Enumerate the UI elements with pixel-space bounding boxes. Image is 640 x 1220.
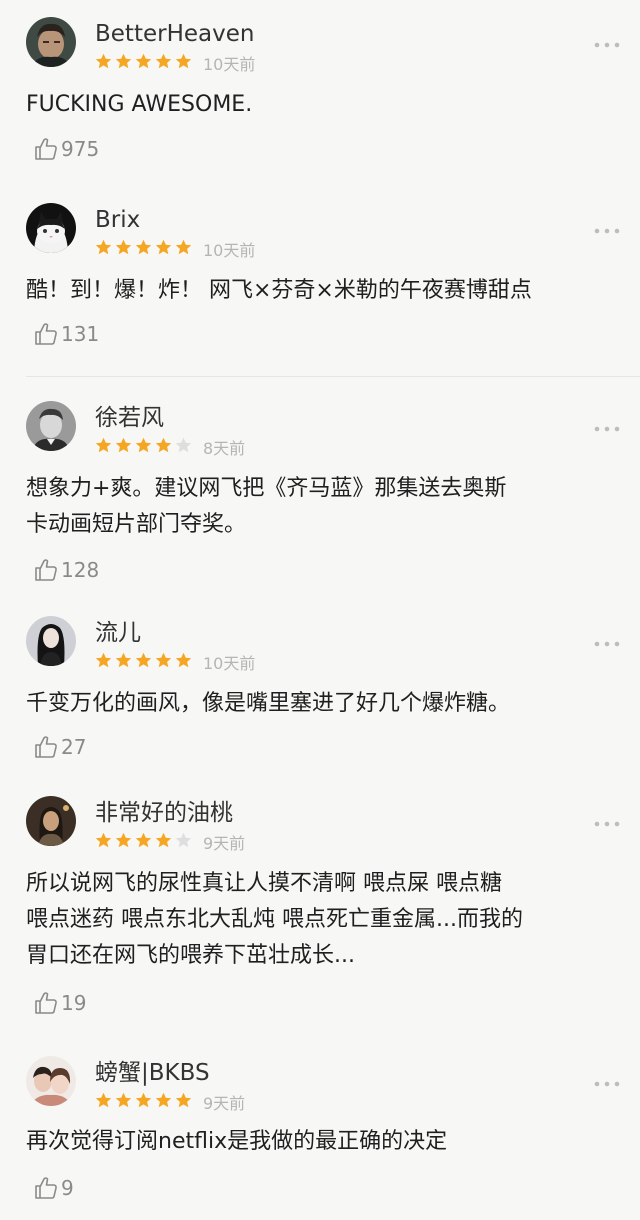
rating: 10天前 (95, 52, 255, 74)
star-icon (175, 832, 192, 849)
like-count: 975 (61, 137, 100, 161)
star-icon (155, 1092, 172, 1109)
username[interactable]: Brix (95, 205, 140, 235)
star-icon (175, 239, 192, 256)
review-content: 千变万化的画风，像是嘴里塞进了好几个爆炸糖。 (26, 691, 511, 716)
like-button[interactable]: 27 (33, 733, 86, 761)
star-icon (115, 53, 132, 70)
star-icon (135, 652, 152, 669)
star-icon (155, 832, 172, 849)
more-dots-icon[interactable] (594, 640, 620, 648)
like-count: 128 (61, 558, 100, 582)
review-item: BetterHeaven 10天前 FUCKING AWESOME. 975 (0, 17, 640, 177)
review-item: Brix 10天前 酷！到！爆！炸！ 网飞×芬奇×米勒的午夜赛博甜点 131 (0, 203, 640, 363)
divider (26, 376, 640, 377)
rating: 9天前 (95, 831, 245, 853)
like-count: 131 (61, 322, 100, 346)
thumbs-up-icon (33, 557, 59, 583)
star-icon (155, 652, 172, 669)
star-rating (95, 53, 195, 74)
rating: 9天前 (95, 1091, 245, 1113)
username[interactable]: 徐若风 (95, 403, 164, 433)
star-icon (95, 239, 112, 256)
review-time: 10天前 (203, 654, 256, 673)
review-item: 徐若风 8天前 想象力+爽。建议网飞把《齐马蓝》那集送去奥斯 卡动画短片部门夺奖… (0, 401, 640, 591)
avatar[interactable] (26, 796, 76, 846)
review-content: FUCKING AWESOME. (26, 92, 253, 117)
star-icon (115, 437, 132, 454)
thumbs-up-icon (33, 1175, 59, 1201)
star-icon (175, 652, 192, 669)
like-count: 9 (61, 1176, 74, 1200)
star-icon (115, 652, 132, 669)
thumbs-up-icon (33, 990, 59, 1016)
avatar[interactable] (26, 17, 76, 67)
star-icon (95, 652, 112, 669)
star-icon (175, 53, 192, 70)
more-dots-icon[interactable] (594, 1080, 620, 1088)
star-icon (95, 437, 112, 454)
review-item: 流儿 10天前 千变万化的画风，像是嘴里塞进了好几个爆炸糖。 27 (0, 616, 640, 776)
more-dots-icon[interactable] (594, 41, 620, 49)
avatar[interactable] (26, 1056, 76, 1106)
review-content: 再次觉得订阅netflix是我做的最正确的决定 (26, 1129, 448, 1154)
like-button[interactable]: 131 (33, 320, 99, 348)
star-icon (115, 832, 132, 849)
review-time: 9天前 (203, 1094, 246, 1113)
rating: 8天前 (95, 436, 245, 458)
avatar[interactable] (26, 203, 76, 253)
like-button[interactable]: 975 (33, 135, 99, 163)
username[interactable]: BetterHeaven (95, 19, 254, 49)
star-icon (175, 437, 192, 454)
star-rating (95, 239, 195, 260)
more-dots-icon[interactable] (594, 425, 620, 433)
like-count: 27 (61, 735, 87, 759)
star-rating (95, 437, 195, 458)
star-icon (95, 1092, 112, 1109)
more-dots-icon[interactable] (594, 227, 620, 235)
review-time: 9天前 (203, 834, 246, 853)
review-time: 10天前 (203, 55, 256, 74)
like-button[interactable]: 9 (33, 1174, 74, 1202)
avatar[interactable] (26, 401, 76, 451)
avatar[interactable] (26, 616, 76, 666)
rating: 10天前 (95, 651, 255, 673)
star-icon (155, 53, 172, 70)
star-icon (155, 239, 172, 256)
like-count: 19 (61, 991, 87, 1015)
like-button[interactable]: 19 (33, 989, 86, 1017)
thumbs-up-icon (33, 136, 59, 162)
thumbs-up-icon (33, 734, 59, 760)
username[interactable]: 非常好的油桃 (95, 798, 233, 828)
star-icon (135, 437, 152, 454)
star-icon (135, 53, 152, 70)
username[interactable]: 螃蟹|BKBS (95, 1058, 210, 1088)
star-icon (135, 832, 152, 849)
star-icon (95, 53, 112, 70)
review-time: 8天前 (203, 439, 246, 458)
star-rating (95, 1092, 195, 1113)
review-item: 非常好的油桃 9天前 所以说网飞的尿性真让人摸不清啊 喂点屎 喂点糖 喂点迷药 … (0, 796, 640, 1026)
star-icon (135, 1092, 152, 1109)
more-dots-icon[interactable] (594, 820, 620, 828)
review-content: 想象力+爽。建议网飞把《齐马蓝》那集送去奥斯 卡动画短片部门夺奖。 (26, 476, 507, 537)
rating: 10天前 (95, 238, 255, 260)
review-time: 10天前 (203, 241, 256, 260)
star-icon (115, 1092, 132, 1109)
star-rating (95, 832, 195, 853)
star-icon (155, 437, 172, 454)
star-rating (95, 652, 195, 673)
star-icon (95, 832, 112, 849)
thumbs-up-icon (33, 321, 59, 347)
username[interactable]: 流儿 (95, 618, 141, 648)
star-icon (115, 239, 132, 256)
review-content: 所以说网飞的尿性真让人摸不清啊 喂点屎 喂点糖 喂点迷药 喂点东北大乱炖 喂点死… (26, 871, 523, 968)
like-button[interactable]: 128 (33, 556, 99, 584)
review-item: 螃蟹|BKBS 9天前 再次觉得订阅netflix是我做的最正确的决定 9 (0, 1056, 640, 1216)
star-icon (175, 1092, 192, 1109)
star-icon (135, 239, 152, 256)
review-content: 酷！到！爆！炸！ 网飞×芬奇×米勒的午夜赛博甜点 (26, 278, 532, 303)
